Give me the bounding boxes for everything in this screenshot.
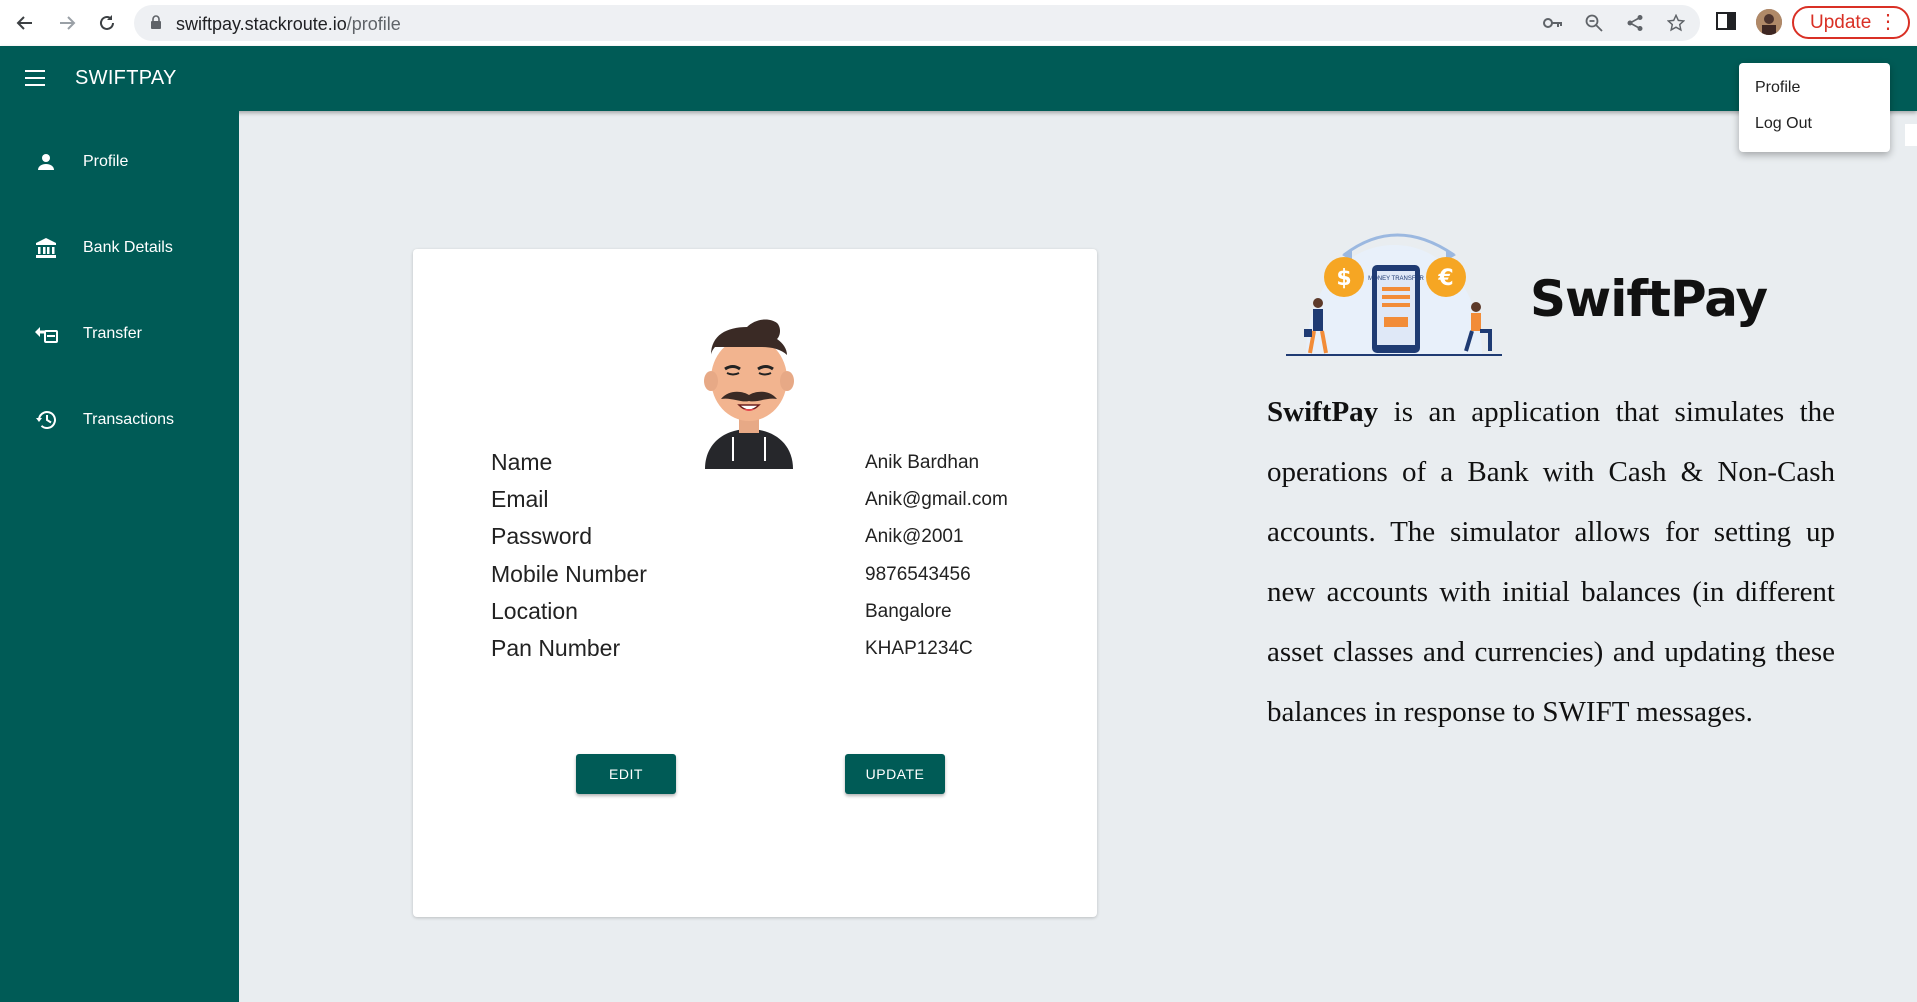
lock-icon xyxy=(150,15,162,35)
svg-text:€: € xyxy=(1437,266,1453,291)
sidebar-item-bank-details[interactable]: Bank Details xyxy=(0,218,239,278)
update-button[interactable]: UPDATE xyxy=(845,754,945,794)
field-row-location: Location Bangalore xyxy=(491,598,952,624)
share-icon[interactable] xyxy=(1623,12,1647,34)
profile-card: Name Anik Bardhan Email Anik@gmail.com P… xyxy=(413,249,1097,917)
transfer-icon xyxy=(34,322,58,346)
sidebar: Profile Bank Details Transfer Transactio… xyxy=(0,111,239,1002)
edit-button[interactable]: EDIT xyxy=(576,754,676,794)
key-icon[interactable] xyxy=(1541,12,1565,34)
swiftpay-description: SwiftPay is an application that simulate… xyxy=(1267,396,1835,728)
forward-arrow-icon[interactable] xyxy=(52,8,82,38)
field-row-name: Name Anik Bardhan xyxy=(491,449,980,475)
field-row-email: Email Anik@gmail.com xyxy=(491,486,1008,512)
browser-profile-avatar[interactable] xyxy=(1756,9,1782,35)
reload-icon[interactable] xyxy=(92,8,122,38)
side-panel-icon[interactable] xyxy=(1716,12,1738,32)
sidebar-item-transactions[interactable]: Transactions xyxy=(0,390,239,450)
person-icon xyxy=(34,150,58,174)
history-icon xyxy=(34,408,58,432)
browser-toolbar: swiftpay.stackroute.io/profile Update ⋮ xyxy=(0,0,1917,46)
field-row-pan-number: Pan Number KHAP1234C xyxy=(491,635,973,661)
illustration-label: MONEY TRANSFER xyxy=(1368,276,1424,282)
more-vert-icon[interactable]: ⋮ xyxy=(1878,12,1898,32)
bank-icon xyxy=(34,236,58,260)
back-arrow-icon[interactable] xyxy=(10,8,40,38)
user-avatar xyxy=(685,309,813,469)
field-row-mobile-number: Mobile Number 9876543456 xyxy=(491,561,971,587)
url-text: swiftpay.stackroute.io/profile xyxy=(176,14,401,34)
address-bar[interactable]: swiftpay.stackroute.io/profile xyxy=(134,5,1700,41)
app-brand: SWIFTPAY xyxy=(75,67,177,89)
browser-update-button[interactable]: Update ⋮ xyxy=(1792,6,1910,39)
star-icon[interactable] xyxy=(1664,12,1688,34)
swiftpay-title: SwiftPay xyxy=(1530,270,1768,328)
money-transfer-illustration: MONEY TRANSFER $ € xyxy=(1286,225,1502,357)
app-bar: SWIFTPAY xyxy=(0,46,1917,111)
page-edge-stub xyxy=(1905,124,1917,146)
svg-text:$: $ xyxy=(1336,266,1351,291)
hamburger-menu-icon[interactable] xyxy=(25,70,45,86)
field-row-password: Password Anik@2001 xyxy=(491,523,964,549)
menu-item-log-out[interactable]: Log Out xyxy=(1755,115,1812,133)
sidebar-item-transfer[interactable]: Transfer xyxy=(0,304,239,364)
menu-item-profile[interactable]: Profile xyxy=(1755,79,1800,97)
sidebar-item-profile[interactable]: Profile xyxy=(0,132,239,192)
account-dropdown-menu: Profile Log Out xyxy=(1739,63,1890,152)
zoom-icon[interactable] xyxy=(1582,12,1606,34)
